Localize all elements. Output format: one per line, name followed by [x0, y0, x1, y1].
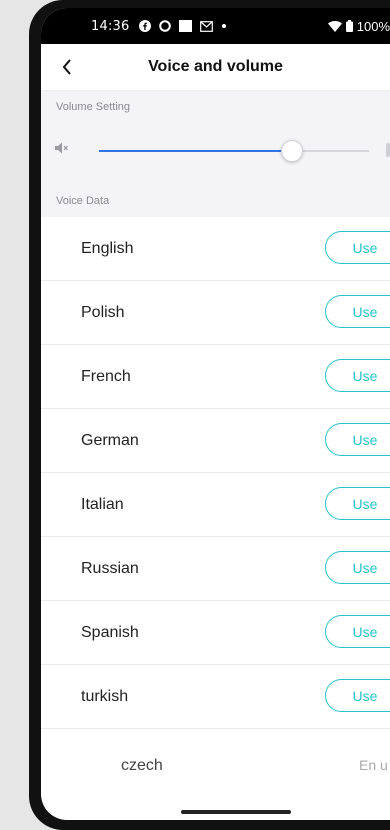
language-action[interactable]: En u: [359, 757, 388, 773]
language-row: Russian Use: [41, 537, 390, 601]
notification-icons: [139, 20, 227, 32]
wifi-icon: [327, 20, 342, 32]
dot-icon: [222, 24, 227, 28]
use-button[interactable]: Use: [325, 231, 390, 264]
list-item-partial: czech En u: [41, 729, 390, 774]
screen: 14:36 100% Voice and volume Volume Setti…: [41, 8, 390, 820]
volume-slider-thumb[interactable]: [280, 140, 303, 162]
battery-percent: 100%: [356, 18, 390, 34]
language-name: French: [81, 367, 131, 385]
chevron-left-icon: [62, 59, 71, 75]
language-name: Russian: [81, 559, 139, 577]
use-button[interactable]: Use: [325, 551, 390, 584]
use-button[interactable]: Use: [325, 295, 390, 328]
language-name: Italian: [81, 495, 124, 513]
language-name: German: [81, 431, 139, 449]
use-button[interactable]: Use: [325, 679, 390, 712]
section-gap: [41, 175, 390, 185]
use-button[interactable]: Use: [325, 359, 390, 392]
language-row: Polish Use: [41, 281, 390, 345]
status-right: 100%: [327, 8, 390, 44]
language-name: Spanish: [81, 623, 139, 641]
language-name: turkish: [81, 687, 129, 705]
use-button[interactable]: Use: [325, 615, 390, 648]
mail-icon: [200, 20, 214, 32]
volume-slider[interactable]: [99, 140, 369, 162]
mute-icon[interactable]: [55, 141, 69, 159]
status-time: 14:36: [91, 18, 130, 34]
language-row: Italian Use: [41, 473, 390, 537]
volume-row: [41, 123, 390, 175]
facebook-icon: [139, 20, 152, 32]
language-row: turkish Use: [41, 665, 390, 729]
language-name: English: [81, 239, 134, 257]
volume-max-icon[interactable]: [386, 143, 390, 157]
volume-section-header: Volume Setting: [41, 91, 390, 123]
status-bar: 14:36 100%: [41, 8, 390, 44]
voice-section-header: Voice Data: [41, 185, 390, 217]
language-row: French Use: [41, 345, 390, 409]
language-list: English Use Polish Use French Use German Use Ita…: [41, 217, 390, 729]
home-indicator[interactable]: [181, 810, 291, 814]
circle-icon: [159, 20, 172, 32]
use-button[interactable]: Use: [325, 423, 390, 456]
language-row: English Use: [41, 217, 390, 281]
use-button[interactable]: Use: [325, 487, 390, 520]
language-row: German Use: [41, 409, 390, 473]
volume-slider-fill: [99, 150, 291, 152]
square-icon: [179, 20, 193, 32]
battery-icon: [345, 20, 353, 32]
phone-frame: 14:36 100% Voice and volume Volume Setti…: [29, 0, 390, 830]
language-name: Polish: [81, 303, 125, 321]
language-row: Spanish Use: [41, 601, 390, 665]
language-name: czech: [121, 757, 163, 774]
back-button[interactable]: [53, 53, 81, 81]
page-title: Voice and volume: [148, 58, 283, 75]
app-bar: Voice and volume: [41, 44, 390, 91]
